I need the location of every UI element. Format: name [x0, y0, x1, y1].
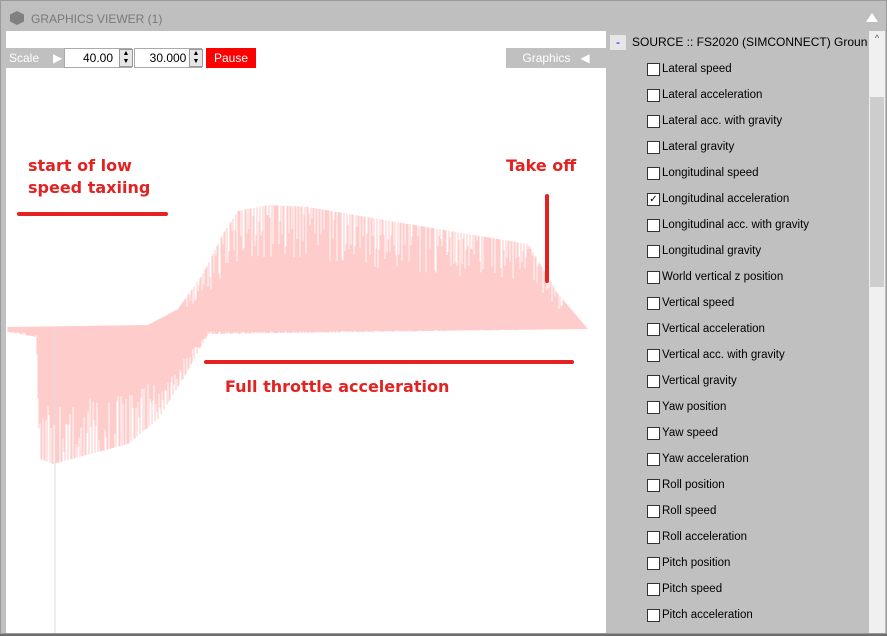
checkbox[interactable] — [647, 140, 660, 154]
channel-label: Longitudinal gravity — [662, 245, 762, 257]
channel-label: Longitudinal acceleration — [662, 193, 790, 205]
channel-label: Vertical acceleration — [662, 323, 765, 335]
channel-label: Roll position — [662, 479, 725, 491]
channel-label: World vertical z position — [662, 271, 784, 283]
channel-label: Pitch speed — [662, 583, 723, 595]
scale-x-stepper[interactable]: 40.00 ▲ ▼ — [64, 48, 134, 68]
chart-svg — [7, 194, 588, 633]
channel-item[interactable]: Roll speed — [647, 501, 716, 521]
channel-label: Vertical acc. with gravity — [662, 349, 785, 361]
channel-label: Longitudinal speed — [662, 167, 759, 179]
channel-label: Roll speed — [662, 505, 717, 517]
checkbox[interactable] — [647, 62, 660, 76]
checkbox[interactable] — [647, 296, 660, 310]
annotation-start: start of low speed taxiing — [28, 156, 151, 197]
channel-item[interactable]: Roll position — [647, 475, 725, 495]
channel-label: Yaw position — [662, 401, 727, 413]
collapse-button[interactable]: - — [610, 35, 626, 50]
channel-label: Yaw acceleration — [662, 453, 749, 465]
annotation-takeoff: Take off — [506, 156, 577, 175]
channel-item[interactable]: Vertical acc. with gravity — [647, 345, 785, 365]
graphics-label: Graphics — [522, 51, 571, 65]
channel-item[interactable]: Longitudinal gravity — [647, 241, 761, 261]
channel-item[interactable]: World vertical z position — [647, 267, 783, 287]
graphics-toggle[interactable]: Graphics ◀ — [506, 48, 606, 68]
channel-item[interactable]: Yaw position — [647, 397, 726, 417]
channel-item[interactable]: Lateral speed — [647, 59, 732, 79]
channel-item[interactable]: Pitch speed — [647, 579, 722, 599]
checkbox[interactable] — [647, 322, 660, 336]
window-title: GRAPHICS VIEWER (1) — [31, 12, 163, 26]
source-header: - SOURCE :: FS2020 (SIMCONNECT) Ground — [610, 35, 868, 50]
play-right-icon: ▶ — [53, 51, 63, 65]
channel-label: Longitudinal acc. with gravity — [662, 219, 810, 231]
play-left-icon: ◀ — [580, 51, 590, 65]
channel-item[interactable]: Lateral gravity — [647, 137, 734, 157]
scroll-thumb[interactable] — [870, 97, 884, 287]
channel-label: Vertical gravity — [662, 375, 737, 387]
checkbox[interactable]: ✓ — [647, 192, 660, 206]
spin-y-icon[interactable]: ▲ ▼ — [189, 49, 203, 67]
channel-label: Roll acceleration — [662, 531, 748, 543]
channel-label: Pitch acceleration — [662, 609, 753, 621]
graph-area[interactable]: Scale ▶ 40.00 ▲ ▼ 30.000 ▲ ▼ Pause Graphics ◀ … — [6, 31, 606, 633]
scale-y-stepper[interactable]: 30.000 ▲ ▼ — [134, 48, 204, 68]
channel-panel: - SOURCE :: FS2020 (SIMCONNECT) Ground La… — [606, 31, 868, 633]
checkbox[interactable] — [647, 88, 660, 102]
channel-item[interactable]: ✓ Longitudinal acceleration — [647, 189, 789, 209]
checkbox[interactable] — [647, 452, 660, 466]
checkbox[interactable] — [647, 426, 660, 440]
checkbox[interactable] — [647, 582, 660, 596]
channel-label: Lateral acc. with gravity — [662, 115, 783, 127]
checkbox[interactable] — [647, 166, 660, 180]
channel-label: Lateral speed — [662, 63, 732, 75]
scale-toggle[interactable]: Scale ▶ — [6, 48, 67, 68]
channel-label: Pitch position — [662, 557, 731, 569]
channel-item[interactable]: Lateral acceleration — [647, 85, 762, 105]
channel-label: Yaw speed — [662, 427, 719, 439]
channel-label: Lateral gravity — [662, 141, 735, 153]
checkbox[interactable] — [647, 478, 660, 492]
graphics-viewer-window: GRAPHICS VIEWER (1) Scale ▶ 40.00 ▲ ▼ 30.00… — [0, 0, 887, 634]
annotation-full-throttle: Full throttle acceleration — [225, 377, 450, 396]
spin-x-icon[interactable]: ▲ ▼ — [119, 49, 133, 67]
channel-item[interactable]: Yaw acceleration — [647, 449, 749, 469]
channel-item[interactable]: Lateral acc. with gravity — [647, 111, 782, 131]
checkbox[interactable] — [647, 218, 660, 232]
channel-item[interactable]: Yaw speed — [647, 423, 718, 443]
scroll-up-icon[interactable]: ^ — [869, 33, 885, 43]
checkbox[interactable] — [647, 374, 660, 388]
checkbox[interactable] — [647, 348, 660, 362]
checkbox[interactable] — [647, 530, 660, 544]
collapse-window-icon[interactable] — [866, 13, 878, 22]
source-label: SOURCE :: FS2020 (SIMCONNECT) Ground — [632, 35, 868, 49]
channel-label: Lateral acceleration — [662, 89, 763, 101]
channel-item[interactable]: Roll acceleration — [647, 527, 747, 547]
title-bar: GRAPHICS VIEWER (1) — [1, 1, 886, 33]
channel-item[interactable]: Longitudinal speed — [647, 163, 759, 183]
channel-item[interactable]: Longitudinal acc. with gravity — [647, 215, 809, 235]
checkbox[interactable] — [647, 114, 660, 128]
app-icon — [10, 11, 24, 25]
channel-item[interactable]: Vertical speed — [647, 293, 734, 313]
pause-button[interactable]: Pause — [206, 48, 256, 68]
channel-item[interactable]: Vertical acceleration — [647, 319, 765, 339]
channel-item[interactable]: Vertical gravity — [647, 371, 737, 391]
checkbox[interactable] — [647, 608, 660, 622]
checkbox[interactable] — [647, 400, 660, 414]
channel-item[interactable]: Pitch acceleration — [647, 605, 753, 625]
scale-label: Scale — [9, 51, 40, 65]
checkbox[interactable] — [647, 244, 660, 258]
panel-scrollbar[interactable]: ^ — [869, 31, 885, 633]
checkbox[interactable] — [647, 504, 660, 518]
channel-item[interactable]: Pitch position — [647, 553, 730, 573]
channel-label: Vertical speed — [662, 297, 735, 309]
checkbox[interactable] — [647, 270, 660, 284]
checkbox[interactable] — [647, 556, 660, 570]
